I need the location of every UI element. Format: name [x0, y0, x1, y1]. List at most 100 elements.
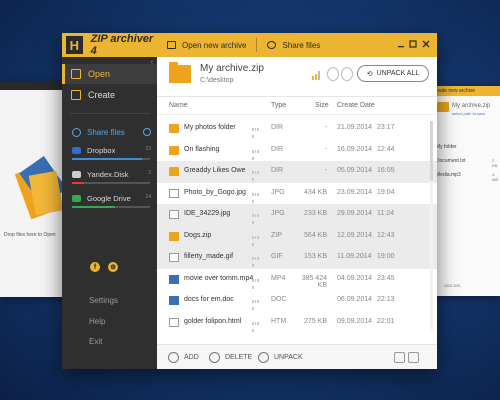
file-time: 23:45 [377, 274, 395, 282]
file-type: JPG [271, 188, 285, 196]
cloud-item-dropbox[interactable]: Dropbox 23 [62, 144, 157, 166]
file-row[interactable]: My photos folder DIR - 21.09.2014 23:17 [157, 118, 437, 140]
background-save-path-link: select path to save [452, 111, 486, 116]
file-size: - [324, 167, 327, 174]
file-name: movie over tomm.mp4 [184, 274, 254, 282]
sidebar-item-open[interactable]: Open [62, 64, 157, 84]
scrollbar-thumb[interactable] [430, 121, 433, 181]
archive-path: C:\desktop [200, 77, 234, 84]
file-icon [169, 188, 179, 198]
lock-icon[interactable] [327, 67, 339, 81]
file-type: GIF [271, 253, 283, 260]
archive-name: My archive.zip [200, 63, 264, 74]
gear-icon[interactable] [143, 128, 151, 136]
file-row[interactable]: golder folipon.html HTM 275 KB 09.09.2014 22… [157, 312, 437, 334]
delete-button[interactable]: DELETE [209, 352, 252, 363]
close-icon[interactable] [422, 40, 430, 48]
cloud-usage-bar [72, 206, 150, 208]
scrollbar[interactable] [430, 121, 433, 331]
unpack-button[interactable]: UNPACK [258, 352, 303, 363]
background-row-name: Document.txt [436, 158, 466, 164]
drag-handle-icon[interactable] [252, 191, 260, 203]
file-time: 19:00 [377, 253, 395, 260]
file-type: DIR [271, 124, 284, 131]
sidebar-item-share-files[interactable]: Share files [62, 124, 157, 140]
sidebar: H ZIP archiver 4 ‹ Open Create Share fil… [62, 33, 157, 369]
exit-link[interactable]: Exit [89, 337, 102, 346]
help-link[interactable]: Help [89, 317, 105, 326]
file-date: 23.09.2014 [337, 188, 373, 196]
file-row[interactable]: movie over tomm.mp4 MP4 385 424 KB 04.09.20… [157, 269, 437, 291]
file-icon [169, 210, 179, 219]
file-name: fillerty_made.gif [184, 253, 234, 260]
unpack-all-button[interactable]: ⟲ UNPACK ALL [357, 65, 429, 82]
cloud-count: 23 [145, 146, 151, 152]
drag-handle-icon[interactable] [252, 234, 260, 246]
file-row[interactable]: fillerty_made.gif GIF 153 KB 11.09.2014 19:0… [157, 247, 437, 269]
open-new-archive-button[interactable]: Open new archive [167, 41, 246, 50]
grid-view-icon[interactable] [408, 352, 419, 363]
unpack-arrow-icon: ⟲ [366, 70, 373, 78]
column-size[interactable]: Size [315, 102, 329, 109]
folder-icon [169, 145, 179, 155]
column-date[interactable]: Create Date [337, 102, 375, 109]
file-size: 385 424 KB [301, 274, 327, 289]
column-type[interactable]: Type [271, 102, 286, 109]
drag-handle-icon[interactable] [252, 320, 260, 332]
app-brand: H ZIP archiver 4 ‹ [62, 33, 157, 66]
cloud-usage-fill [72, 182, 84, 184]
file-icon [169, 253, 179, 262]
file-date: 12.09.2014 [337, 231, 373, 239]
app-logo: H [66, 36, 83, 54]
background-row-size: 4 MB [492, 172, 498, 182]
file-row[interactable]: Dogs.zip ZIP 564 KB 12.09.2014 12:43 [157, 225, 437, 247]
share-files-button[interactable]: Share files [267, 41, 320, 50]
share-icon [72, 127, 81, 137]
drag-handle-icon[interactable] [252, 169, 260, 181]
file-time: 22:13 [377, 296, 395, 303]
add-button[interactable]: ADD [168, 352, 199, 363]
minimize-icon[interactable] [397, 40, 405, 48]
sidebar-item-create[interactable]: Create [62, 85, 157, 105]
dropbox-icon [72, 147, 81, 154]
sidebar-divider [70, 113, 150, 114]
globe-icon[interactable]: ⊕ [108, 262, 118, 272]
cloud-item-yandex[interactable]: Yandex.Disk 2 [62, 168, 157, 190]
delete-archive-icon[interactable] [341, 67, 353, 81]
list-view-icon[interactable] [394, 352, 405, 363]
drag-handle-icon[interactable] [252, 148, 260, 160]
folder-icon [437, 102, 449, 112]
toolbar: Open new archive Share files [157, 33, 437, 57]
file-time: 16:05 [377, 167, 395, 174]
drag-handle-icon[interactable] [252, 126, 260, 138]
file-row[interactable]: Photo_by_Gogo.jpg JPG 434 KB 23.09.2014 19:0… [157, 183, 437, 205]
file-date: 29.09.2014 [337, 210, 373, 217]
drag-handle-icon[interactable] [252, 277, 260, 289]
column-name[interactable]: Name [169, 102, 188, 109]
cloud-item-google-drive[interactable]: Google Drive 14 [62, 192, 157, 214]
cloud-name: Yandex.Disk [87, 170, 129, 179]
sidebar-item-label: Create [88, 90, 116, 100]
cloud-usage-fill [72, 206, 115, 208]
background-archive-title: My archive.zip [452, 103, 491, 109]
maximize-icon[interactable] [409, 40, 417, 48]
file-size: - [324, 124, 327, 131]
file-date: 11.09.2014 [337, 253, 372, 260]
file-date: 21.09.2014 [337, 124, 373, 131]
settings-link[interactable]: Settings [89, 296, 118, 305]
file-name: On flashing [184, 145, 220, 153]
file-date: 09.09.2014 [337, 317, 373, 325]
drop-hint-text: Drop files here to Open [4, 232, 56, 238]
facebook-icon[interactable]: f [90, 262, 100, 272]
delete-label: DELETE [225, 354, 253, 361]
drag-handle-icon[interactable] [252, 212, 260, 224]
folder-icon [169, 167, 179, 176]
file-name: Dogs.zip [184, 231, 212, 239]
file-row[interactable]: On flashing DIR - 16.09.2014 12:44 [157, 140, 437, 162]
file-row[interactable]: IDE_34229.jpg JPG 233 KB 29.09.2014 11:24 [157, 204, 437, 226]
file-row[interactable]: docs for em.doc DOC 06.09.2014 22:13 [157, 290, 437, 312]
file-icon [169, 317, 179, 327]
drag-handle-icon[interactable] [252, 255, 260, 267]
drag-handle-icon[interactable] [252, 298, 260, 310]
file-row[interactable]: Greaddy Likes Owe DIR - 05.09.2014 16:05 [157, 161, 437, 183]
